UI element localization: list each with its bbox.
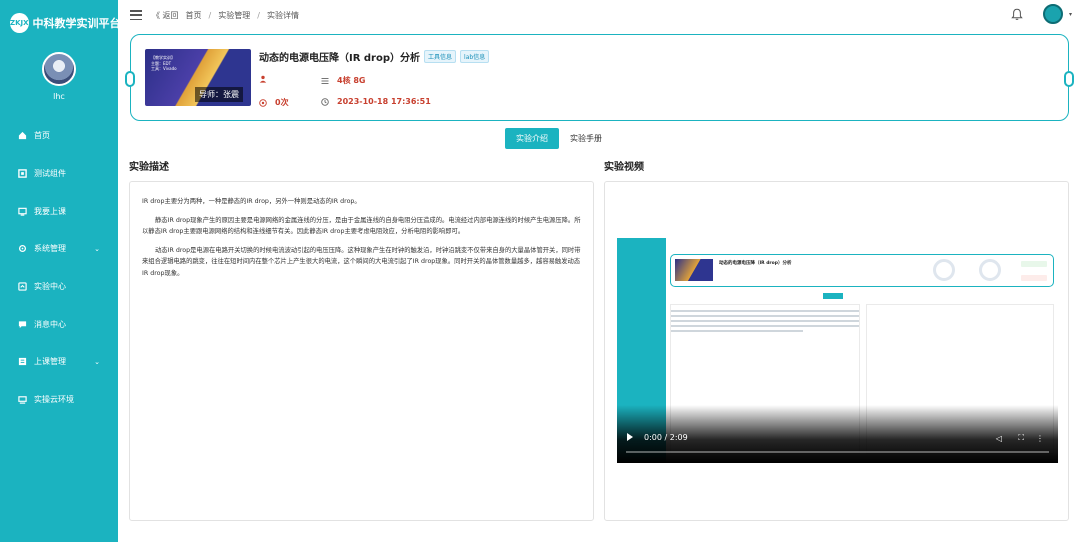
filter-icon xyxy=(321,77,329,84)
brand-title: 中科教学实训平台 xyxy=(32,17,121,30)
target-icon xyxy=(259,98,267,107)
caret-down-icon[interactable]: ▾ xyxy=(1069,11,1072,18)
user-icon xyxy=(259,75,267,83)
experiment-icon xyxy=(18,282,27,291)
meta-datetime: 2023-10-18 17:36:51 xyxy=(321,97,431,106)
brand-logo-icon: ZKJX xyxy=(10,13,29,33)
video-controls: 0:00 / 2:09 ◁ ⛶ ⋮ xyxy=(617,405,1058,463)
thumbnail-teacher-label: 导师：张震 xyxy=(195,87,243,102)
brand[interactable]: ZKJX 中科教学实训平台 xyxy=(0,0,121,46)
bell-icon[interactable] xyxy=(1011,8,1023,21)
more-options-icon[interactable]: ⋮ xyxy=(1036,434,1044,443)
breadcrumb-experiment-management[interactable]: 实验管理 xyxy=(218,10,250,21)
sidebar-item-label: 系统管理 xyxy=(34,244,66,254)
video-heading: 实验视频 xyxy=(604,162,644,173)
description-paragraph: 动态IR drop是电源在电路开关切换的时候电流波动引起的电压压降。这种现象产生… xyxy=(142,246,581,277)
cloud-icon xyxy=(18,395,27,404)
tag-lab-info[interactable]: lab信息 xyxy=(460,50,490,63)
thumbnail-caption: 【教学实训】 主题：EDT 工具：Vivado xyxy=(151,55,177,72)
sidebar-item-message-center[interactable]: 消息中心 xyxy=(0,305,118,343)
course-title-row: 动态的电源电压降（IR drop）分析 工具信息 lab信息 xyxy=(259,49,490,64)
course-thumbnail: 【教学实训】 主题：EDT 工具：Vivado 导师：张震 xyxy=(145,49,251,106)
menu-toggle-icon[interactable] xyxy=(130,10,142,20)
sidebar-item-experiment-center[interactable]: 实验中心 xyxy=(0,268,118,306)
tag-tool-info[interactable]: 工具信息 xyxy=(424,50,457,63)
count-value: 0次 xyxy=(275,98,289,107)
course-title: 动态的电源电压降（IR drop）分析 xyxy=(259,53,421,64)
sidebar-item-system-management[interactable]: 系统管理 ⌄ xyxy=(0,230,118,268)
description-paragraph: IR drop主要分为两种，一种是静态的IR drop，另外一种则是动态的IR … xyxy=(142,198,361,205)
sidebar-item-attend-class[interactable]: 我要上课 xyxy=(0,192,118,230)
sidebar-nav: 首页 测试组件 我要上课 系统管理 ⌄ 实验中心 消息中心 上课管理 ⌄ 实操云… xyxy=(0,117,118,419)
description-heading: 实验描述 xyxy=(129,162,169,173)
sidebar-item-label: 我要上课 xyxy=(34,206,66,216)
username: lhc xyxy=(53,92,65,101)
component-icon xyxy=(18,169,27,178)
description-panel: IR drop主要分为两种，一种是静态的IR drop，另外一种则是动态的IR … xyxy=(129,181,594,521)
sidebar-item-course-management[interactable]: 上课管理 ⌄ xyxy=(0,343,118,381)
video-frame-gauge xyxy=(979,259,1001,281)
card-right-handle xyxy=(1064,71,1074,87)
volume-icon[interactable]: ◁ xyxy=(996,434,1002,443)
video-panel: 动态的电源电压降（IR drop）分析 0:00 / 2:09 ◁ ⛶ ⋮ xyxy=(604,181,1069,521)
video-time: 0:00 / 2:09 xyxy=(644,433,688,442)
class-icon xyxy=(18,207,27,216)
breadcrumb-experiment-detail: 实验详情 xyxy=(266,10,299,20)
datetime-value: 2023-10-18 17:36:51 xyxy=(337,97,431,106)
video-frame-button xyxy=(1021,275,1047,281)
video-frame-title: 动态的电源电压降（IR drop）分析 xyxy=(719,261,792,266)
user-avatar[interactable] xyxy=(42,52,76,86)
meta-resources: 4核 8G xyxy=(321,75,365,86)
sidebar-item-label: 消息中心 xyxy=(34,319,66,329)
sidebar-item-test-components[interactable]: 测试组件 xyxy=(0,155,118,193)
video-frame-gauge xyxy=(933,259,955,281)
chevron-down-icon: ⌄ xyxy=(94,357,100,366)
sidebar-item-label: 测试组件 xyxy=(34,169,66,179)
top-bar: 《 返回 首页 / 实验管理 / 实验详情 ▾ xyxy=(118,0,1080,30)
breadcrumb-separator: / xyxy=(208,10,212,20)
sidebar-item-label: 上课管理 xyxy=(34,357,66,367)
course-card: 【教学实训】 主题：EDT 工具：Vivado 导师：张震 动态的电源电压降（I… xyxy=(125,34,1074,121)
course-manage-icon xyxy=(18,357,27,366)
sidebar-item-label: 首页 xyxy=(34,131,50,141)
breadcrumb-separator: / xyxy=(257,10,260,20)
video-frame-text-lines xyxy=(671,310,859,335)
fullscreen-icon[interactable]: ⛶ xyxy=(1018,433,1024,443)
video-frame-header xyxy=(666,238,1058,250)
clock-icon xyxy=(321,97,329,106)
video-player[interactable]: 动态的电源电压降（IR drop）分析 0:00 / 2:09 ◁ ⛶ ⋮ xyxy=(617,238,1058,463)
resources-value: 4核 8G xyxy=(337,76,366,85)
meta-teacher xyxy=(259,75,275,83)
video-progress-bar[interactable] xyxy=(626,451,1049,453)
video-frame-tabs xyxy=(823,293,843,299)
header-avatar[interactable] xyxy=(1043,4,1063,24)
tab-experiment-manual[interactable]: 实验手册 xyxy=(559,128,613,149)
sidebar-item-home[interactable]: 首页 xyxy=(0,117,118,155)
card-left-handle xyxy=(125,71,135,87)
video-frame-card: 动态的电源电压降（IR drop）分析 xyxy=(670,254,1054,287)
meta-count: 0次 xyxy=(259,97,289,108)
chevron-down-icon: ⌄ xyxy=(94,244,100,253)
sidebar-item-label: 实验中心 xyxy=(34,282,66,292)
settings-icon xyxy=(18,244,27,253)
sidebar-item-cloud-environment[interactable]: 实操云环境 xyxy=(0,381,118,419)
message-icon xyxy=(18,320,27,329)
sidebar: ZKJX 中科教学实训平台 lhc 首页 测试组件 我要上课 系统管理 ⌄ 实验… xyxy=(0,0,121,542)
video-frame-button xyxy=(1021,261,1047,267)
breadcrumb-home[interactable]: 首页 xyxy=(186,10,202,21)
tab-experiment-intro[interactable]: 实验介绍 xyxy=(505,128,559,149)
detail-tabs: 实验介绍 实验手册 xyxy=(505,128,613,149)
home-icon xyxy=(18,131,27,140)
play-icon[interactable] xyxy=(627,433,633,441)
description-paragraph: 静态IR drop现象产生的原因主要是电源网络的金属连线的分压，是由于金属连线的… xyxy=(142,216,581,236)
back-link[interactable]: 《 返回 xyxy=(152,10,179,21)
video-frame-thumbnail xyxy=(675,259,713,281)
sidebar-item-label: 实操云环境 xyxy=(34,395,74,405)
